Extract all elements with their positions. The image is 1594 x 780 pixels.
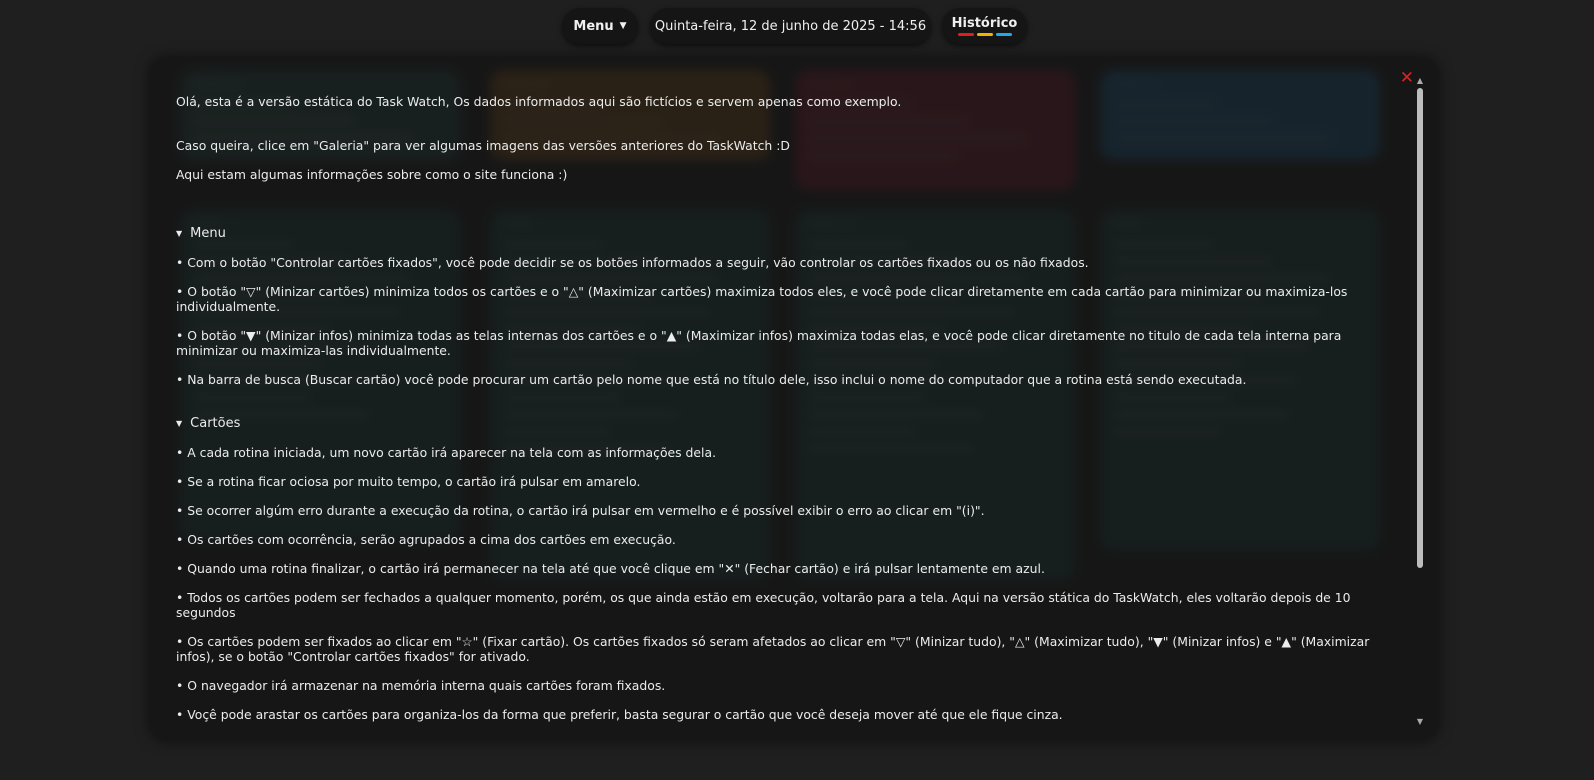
intro-text: Olá, esta é a versão estática do Task Wa… [176,94,902,109]
history-bar-blue [995,33,1012,36]
info-modal: ✕ ▲ ▼ Olá, esta é a versão estática do T… [150,58,1438,740]
list-item: • Se ocorrer algúm erro durante a execuç… [176,503,985,518]
modal-content: Olá, esta é a versão estática do Task Wa… [176,94,1391,722]
history-color-bars [957,33,1012,36]
close-icon[interactable]: ✕ [1400,70,1414,87]
list-item: • Voçê pode arastar os cartões para orga… [176,707,1063,722]
list-item: • O botão "▼" (Minizar infos) minimiza t… [176,328,1342,358]
triangle-down-icon: ▼ [176,229,183,238]
caret-down-icon: ▼ [619,21,627,31]
scrollbar[interactable]: ▲ ▼ [1416,76,1424,726]
scrollbar-thumb[interactable] [1417,88,1423,568]
list-item: • A cada rotina iniciada, um novo cartão… [176,445,717,460]
list-item: • Com o botão "Controlar cartões fixados… [176,255,1089,270]
menu-section-toggle[interactable]: ▼ Menu [176,226,1391,241]
section-title: Menu [190,226,226,241]
section-title: Cartões [190,416,241,431]
cards-section-toggle[interactable]: ▼ Cartões [176,416,1391,431]
list-item: • Se a rotina ficar ociosa por muito tem… [176,474,641,489]
top-bar: Menu ▼ Quinta-feira, 12 de junho de 2025… [0,8,1594,44]
scroll-down-arrow-icon[interactable]: ▼ [1416,717,1424,726]
history-bar-red [957,33,974,36]
triangle-down-icon: ▼ [176,419,183,428]
list-item: • Os cartões com ocorrência, serão agrup… [176,532,676,547]
history-button[interactable]: Histórico [942,8,1027,44]
intro-text: Aqui estam algumas informações sobre com… [176,167,568,182]
datetime-display: Quinta-feira, 12 de junho de 2025 - 14:5… [650,8,931,44]
datetime-text: Quinta-feira, 12 de junho de 2025 - 14:5… [654,18,927,34]
history-bar-yellow [976,33,993,36]
scroll-up-arrow-icon[interactable]: ▲ [1416,76,1424,85]
list-item: • Na barra de busca (Buscar cartão) você… [176,372,1247,387]
history-label: Histórico [951,16,1018,31]
intro-text: Caso queira, clice em "Galeria" para ver… [176,138,790,153]
list-item: • Os cartões podem ser fixados ao clicar… [176,634,1370,664]
menu-label: Menu [573,18,614,34]
list-item: • Todos os cartões podem ser fechados a … [176,590,1351,620]
list-item: • Quando uma rotina finalizar, o cartão … [176,561,1045,576]
menu-button[interactable]: Menu ▼ [562,8,638,44]
list-item: • O botão "▽" (Minizar cartões) minimiza… [176,284,1348,314]
list-item: • O navegador irá armazenar na memória i… [176,678,666,693]
